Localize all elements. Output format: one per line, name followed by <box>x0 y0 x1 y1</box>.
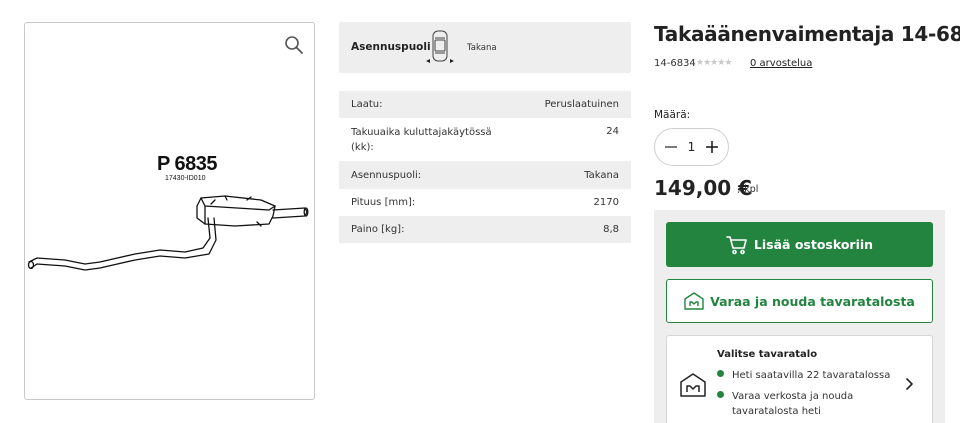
availability-line: Heti saatavilla 22 tavaratalossa <box>717 368 890 383</box>
status-dot-icon <box>717 370 724 377</box>
reserve-pickup-button[interactable]: Varaa ja nouda tavaratalosta <box>666 279 933 323</box>
spec-row-quality: Laatu: Peruslaatuinen <box>339 91 631 118</box>
product-title: Takaäänenvaimentaja 14-6834 <box>654 22 960 46</box>
add-to-cart-label: Lisää ostoskoriin <box>753 237 874 252</box>
spec-key: Takuuaika kuluttajakäytössä (kk): <box>351 126 492 153</box>
mounting-side-box: Asennuspuoli Takana <box>339 22 631 73</box>
spec-value: 24 <box>606 126 619 137</box>
quantity-value[interactable]: 1 <box>688 140 696 154</box>
price-unit: / kpl <box>738 184 759 195</box>
rating-stars: ★★★★★ <box>696 58 732 68</box>
minus-icon[interactable] <box>663 139 679 155</box>
store-selector[interactable]: Valitse tavaratalo Heti saatavilla 22 ta… <box>666 335 933 423</box>
spec-row-warranty: Takuuaika kuluttajakäytössä (kk): 24 <box>339 118 631 161</box>
car-rear-icon <box>426 30 454 63</box>
zoom-icon[interactable] <box>284 35 304 55</box>
add-to-cart-button[interactable]: Lisää ostoskoriin <box>666 222 933 267</box>
availability-text: Heti saatavilla 22 tavaratalossa <box>732 370 891 381</box>
store-icon <box>684 292 704 310</box>
purchase-panel: Lisää ostoskoriin Varaa ja nouda tavarat… <box>654 210 945 423</box>
reserve-note-line: Varaa verkosta ja nouda tavaratalosta he… <box>717 389 897 419</box>
spec-key: Asennuspuoli: <box>351 169 422 181</box>
store-icon <box>680 373 706 397</box>
part-sub-label: 17430-ID010 <box>165 175 206 182</box>
mounting-side-label: Asennuspuoli <box>351 41 431 53</box>
reviews-link[interactable]: 0 arvostelua <box>750 58 812 69</box>
spec-row-length: Pituus [mm]: 2170 <box>339 189 631 216</box>
specs-table: Laatu: Peruslaatuinen Takuuaika kuluttaj… <box>339 91 631 243</box>
quantity-stepper: 1 <box>654 128 729 166</box>
spec-key: Laatu: <box>351 99 383 110</box>
product-sku: 14-6834 <box>654 58 696 69</box>
reserve-pickup-label: Varaa ja nouda tavaratalosta <box>710 293 915 309</box>
spec-key: Paino [kg]: <box>351 224 405 235</box>
spec-value: 2170 <box>593 197 619 208</box>
plus-icon[interactable] <box>704 139 720 155</box>
reserve-note-text: Varaa verkosta ja nouda tavaratalosta he… <box>732 391 854 417</box>
chevron-right-icon <box>906 378 913 390</box>
spec-key: Pituus [mm]: <box>351 197 416 208</box>
product-image-panel[interactable]: P 6835 17430-ID010 <box>24 22 315 400</box>
mounting-side-value: Takana <box>467 43 497 53</box>
spec-value: 8,8 <box>603 224 619 235</box>
part-code-label: P 6835 <box>157 153 218 175</box>
muffler-drawing <box>27 195 309 271</box>
star-icon: ★ <box>724 58 732 68</box>
spec-value: Peruslaatuinen <box>544 99 619 110</box>
status-dot-icon <box>717 391 724 398</box>
store-selector-title: Valitse tavaratalo <box>717 349 818 360</box>
spec-row-mounting: Asennuspuoli: Takana <box>339 161 631 189</box>
spec-value: Takana <box>584 169 619 181</box>
spec-row-weight: Paino [kg]: 8,8 <box>339 216 631 243</box>
cart-icon <box>726 235 747 254</box>
quantity-label: Määrä: <box>654 109 691 121</box>
